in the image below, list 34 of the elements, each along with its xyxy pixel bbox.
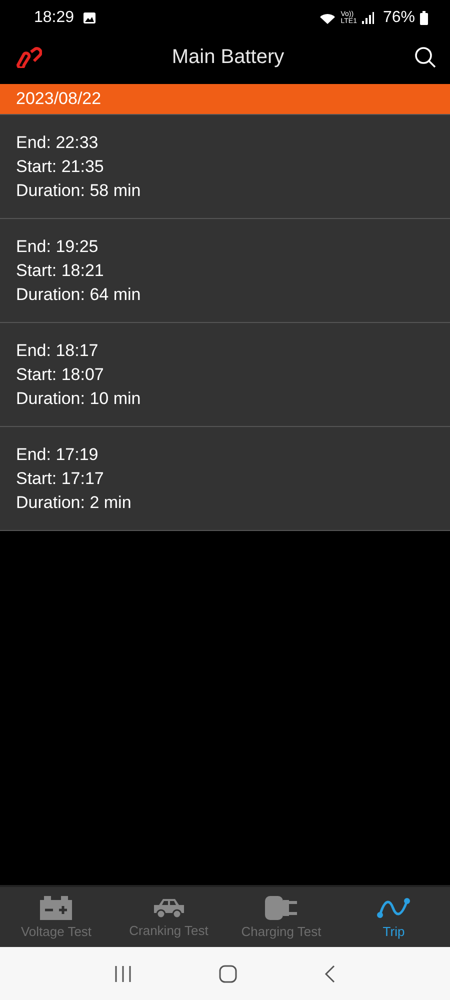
search-icon[interactable] (414, 46, 436, 68)
recent-apps-icon[interactable] (114, 966, 132, 982)
back-icon[interactable] (324, 964, 336, 982)
end-time: End: 17:19 (16, 444, 98, 466)
plug-icon (265, 896, 298, 920)
duration: Duration: 58 min (16, 180, 141, 202)
trip-item[interactable]: End: 22:33 Start: 21:35 Duration: 58 min (0, 115, 450, 219)
status-time: 18:29 (34, 9, 74, 27)
car-icon (152, 896, 186, 918)
trip-item[interactable]: End: 19:25 Start: 18:21 Duration: 64 min (0, 219, 450, 323)
app-title: Main Battery (170, 46, 286, 68)
duration: Duration: 10 min (16, 388, 141, 410)
trip-item[interactable]: End: 18:17 Start: 18:07 Duration: 10 min (0, 323, 450, 427)
link-icon[interactable] (14, 46, 42, 68)
battery-icon (40, 896, 72, 920)
start-time: Start: 18:07 (16, 364, 104, 386)
tab[interactable]: Trip (338, 887, 450, 947)
battery-icon (420, 11, 428, 25)
signal-icon (362, 12, 374, 24)
start-time: Start: 18:21 (16, 260, 104, 282)
trip-item[interactable]: End: 17:19 Start: 17:17 Duration: 2 min (0, 427, 450, 531)
duration: Duration: 2 min (16, 492, 132, 514)
home-icon[interactable] (218, 964, 237, 982)
date-header: 2023/08/22 (0, 84, 450, 115)
image-icon (83, 12, 96, 24)
start-time: Start: 21:35 (16, 156, 104, 178)
start-time: Start: 17:17 (16, 468, 104, 490)
end-time: End: 22:33 (16, 132, 98, 154)
battery-percent: 76% (382, 9, 415, 27)
route-icon (376, 896, 411, 920)
duration: Duration: 64 min (16, 284, 141, 306)
end-time: End: 19:25 (16, 236, 98, 258)
end-time: End: 18:17 (16, 340, 98, 362)
wifi-icon (318, 12, 336, 24)
